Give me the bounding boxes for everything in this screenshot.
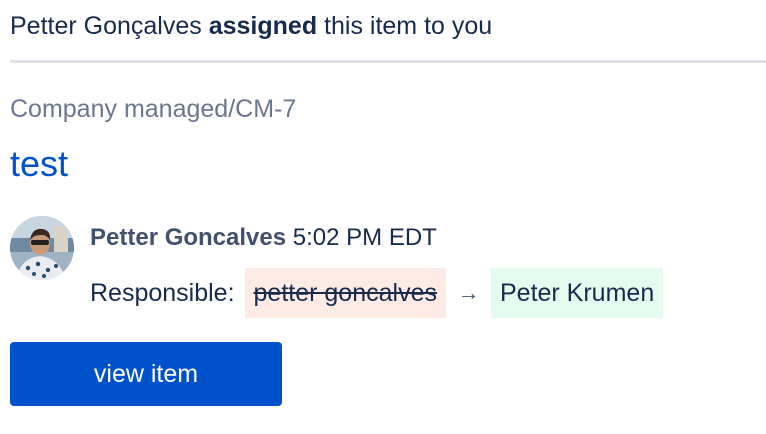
view-item-button[interactable]: view item [10,342,282,406]
field-change: Responsible: petter goncalves → Peter Kr… [90,268,664,318]
field-label: Responsible: [90,278,235,307]
header-suffix: this item to you [324,12,493,40]
item-title-link[interactable]: test [10,141,68,187]
old-value: petter goncalves [244,268,446,318]
notification-header: Petter Gonçalves assigned this item to y… [10,10,492,42]
user-avatar [10,216,74,280]
actor-name: Petter Gonçalves [10,12,202,40]
activity-time: 5:02 PM EDT [292,224,437,251]
arrow-right-icon: → [457,280,480,305]
avatar-photo-icon [10,216,74,280]
activity-author: Petter Goncalves [90,224,287,251]
notification-card: Petter Gonçalves assigned this item to y… [0,0,766,434]
activity-meta: Petter Goncalves 5:02 PM EDT [90,222,437,254]
new-value: Peter Krumen [490,268,664,318]
divider [10,60,766,63]
action-verb: assigned [208,12,318,40]
breadcrumb[interactable]: Company managed/CM-7 [10,93,296,125]
